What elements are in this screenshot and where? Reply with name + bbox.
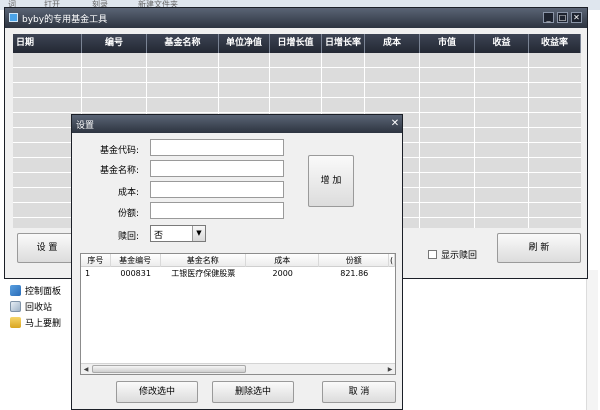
list-column-header[interactable]: 序号 [81, 254, 111, 267]
window-title: byby的专用基金工具 [22, 15, 108, 25]
checkbox-label: 显示赎回 [441, 251, 478, 261]
shares-input[interactable] [150, 202, 284, 219]
column-header[interactable]: 编号 [82, 34, 147, 53]
recycle-bin-icon [10, 300, 21, 312]
column-header[interactable]: 成本 [365, 34, 420, 53]
show-redeemed-checkbox[interactable]: 显示赎回 [428, 248, 477, 261]
column-header[interactable]: 基金名称 [147, 34, 219, 53]
cost-label: 成本: [117, 188, 139, 198]
list-cell: 000831 [120, 269, 151, 278]
list-column-header[interactable]: 份额 [319, 254, 390, 267]
fund-code-label: 基金代码: [99, 146, 139, 156]
cost-input[interactable] [150, 181, 284, 198]
maximize-button[interactable]: □ [557, 12, 568, 23]
nav-item-label: 马上要删 [25, 318, 62, 329]
shares-label: 份额: [117, 209, 139, 219]
list-cell: 1 [85, 269, 91, 278]
refresh-button[interactable]: 刷 新 [497, 233, 581, 263]
redeem-select-value: 否 [154, 231, 164, 241]
settings-button[interactable]: 设 置 [17, 233, 77, 263]
list-cell [389, 267, 395, 280]
nav-item-recycle-bin[interactable]: 回收站 [10, 298, 61, 314]
list-column-header[interactable]: 基金名称 [161, 254, 246, 267]
fund-name-input[interactable] [150, 160, 284, 177]
minimize-button[interactable]: _ [543, 12, 554, 23]
cancel-button[interactable]: 取 消 [322, 381, 396, 403]
list-cell: 821.86 [340, 269, 369, 278]
main-titlebar[interactable]: byby的专用基金工具 _ □ ✕ [5, 8, 587, 28]
dialog-titlebar[interactable]: 设置 ✕ [72, 115, 402, 133]
column-header[interactable]: 单位净值 [219, 34, 270, 53]
scroll-left-icon[interactable]: ◀ [81, 365, 91, 374]
control-panel-icon [10, 284, 21, 296]
redeem-label: 赎回: [117, 232, 139, 242]
dialog-title: 设置 [76, 121, 95, 131]
nav-item-label: 回收站 [25, 302, 53, 313]
settings-dialog: 设置 ✕ 基金代码: 基金名称: 成本: 份额: 赎回: 否 ▼ 增 加 序号 … [71, 114, 403, 410]
column-header[interactable]: 日期 [13, 34, 82, 53]
column-header[interactable]: 收益 [475, 34, 529, 53]
checkbox-box[interactable] [428, 250, 437, 259]
fund-name-label: 基金名称: [99, 166, 139, 176]
app-icon [9, 13, 18, 22]
list-hscrollbar[interactable]: ◀ ▶ [81, 363, 395, 374]
chevron-down-icon[interactable]: ▼ [192, 226, 205, 241]
explorer-nav-list: 控制面板 回收站 马上要删 [10, 282, 61, 330]
fund-code-input[interactable] [150, 139, 284, 156]
redeem-select[interactable]: 否 ▼ [150, 225, 206, 242]
list-column-header[interactable]: 成本 [246, 254, 320, 267]
grid-header: 日期 编号 基金名称 单位净值 日增长值 日增长率 成本 市值 收益 收益率 [13, 34, 581, 53]
column-header[interactable]: 日增长率 [322, 34, 365, 53]
list-header: 序号 基金编号 基金名称 成本 份额 ( [81, 254, 395, 267]
nav-item-label: 控制面板 [25, 286, 62, 297]
column-header[interactable]: 日增长值 [270, 34, 322, 53]
fund-list[interactable]: 序号 基金编号 基金名称 成本 份额 ( 1 000831 工银医疗保健股票 2… [80, 253, 396, 375]
scroll-right-icon[interactable]: ▶ [385, 365, 395, 374]
column-header[interactable]: 市值 [420, 34, 475, 53]
list-column-header[interactable]: 基金编号 [111, 254, 161, 267]
list-cell: 2000 [272, 269, 293, 278]
explorer-scrollbar[interactable] [586, 270, 598, 410]
list-cell: 工银医疗保健股票 [171, 269, 236, 278]
column-header[interactable]: 收益率 [529, 34, 581, 53]
delete-selected-button[interactable]: 删除选中 [212, 381, 294, 403]
list-row[interactable]: 1 000831 工银医疗保健股票 2000 821.86 [81, 267, 395, 280]
nav-item-folder[interactable]: 马上要删 [10, 314, 61, 330]
folder-icon [10, 316, 21, 328]
list-column-header[interactable]: ( [389, 254, 395, 267]
dialog-close-icon[interactable]: ✕ [390, 119, 400, 129]
close-button[interactable]: ✕ [571, 12, 582, 23]
modify-selected-button[interactable]: 修改选中 [116, 381, 198, 403]
scroll-thumb[interactable] [92, 365, 246, 373]
nav-item-control-panel[interactable]: 控制面板 [10, 282, 61, 298]
add-button[interactable]: 增 加 [308, 155, 354, 207]
